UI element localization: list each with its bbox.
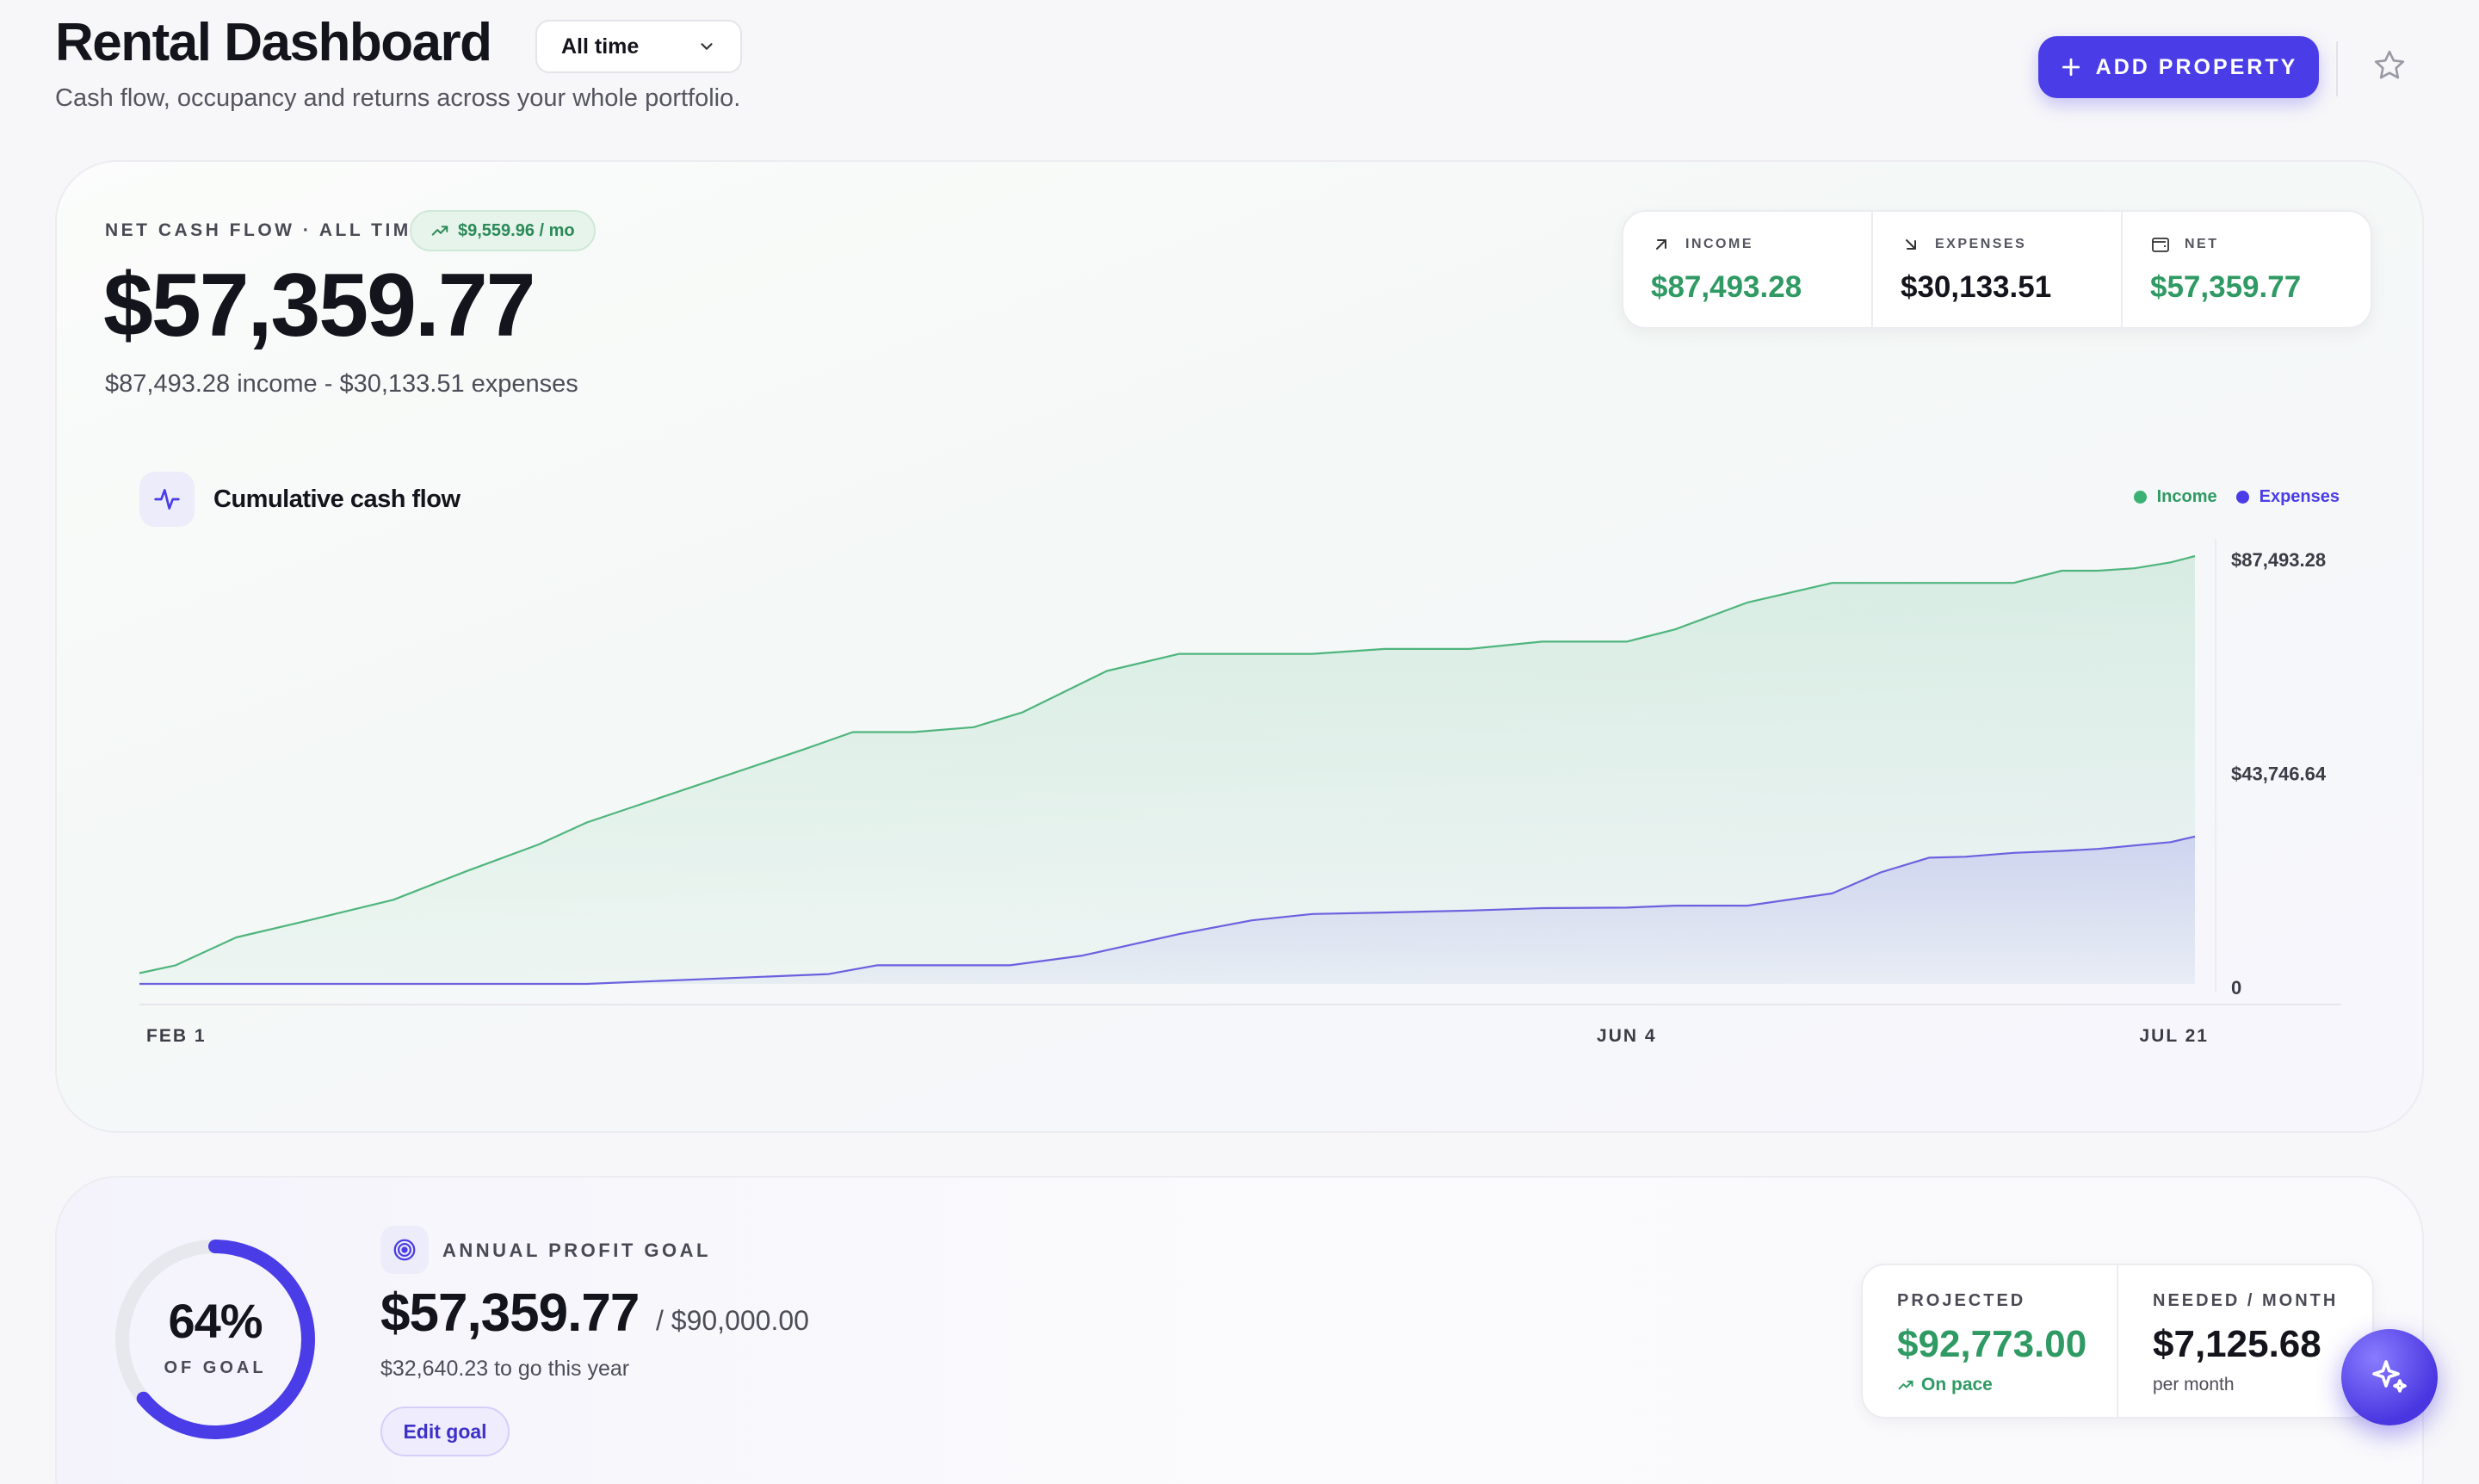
projected-label: PROJECTED: [1897, 1291, 2026, 1310]
cumulative-cash-flow-chart: 0 $43,746.64 $87,493.28 FEB 1 JUN 4 JUL 21: [139, 539, 2341, 1046]
y-tick-label: $43,746.64: [2231, 764, 2327, 785]
goal-target-value: / $90,000.00: [656, 1305, 809, 1336]
projected-value: $92,773.00: [1897, 1323, 2087, 1365]
y-tick-label: 0: [2231, 977, 2241, 999]
goal-percent: 64%: [168, 1294, 263, 1348]
goal-eyebrow: ANNUAL PROFIT GOAL: [442, 1240, 711, 1261]
goal-remaining: $32,640.23 to go this year: [380, 1357, 630, 1381]
x-tick-label: JUN 4: [1597, 1026, 1657, 1046]
needed-label: NEEDED / MONTH: [2153, 1291, 2339, 1310]
goal-percent-caption: OF GOAL: [164, 1358, 267, 1377]
trend-up-icon: [1898, 1380, 1913, 1390]
needed-cell: NEEDED / MONTH $7,125.68 per month: [2117, 1265, 2372, 1417]
sparkles-icon: [2372, 1360, 2407, 1393]
x-tick-label: FEB 1: [146, 1026, 207, 1046]
projected-cell: PROJECTED $92,773.00 On pace: [1863, 1265, 2117, 1417]
x-tick-label: JUL 21: [2140, 1026, 2210, 1046]
projected-status: On pace: [1897, 1375, 2117, 1395]
needed-sub: per month: [2153, 1375, 2235, 1394]
goal-current-value: $57,359.77: [380, 1283, 640, 1343]
ai-assistant-button[interactable]: [2341, 1329, 2438, 1425]
goal-projection-box: PROJECTED $92,773.00 On pace NEEDED / MO…: [1861, 1264, 2374, 1419]
y-tick-label: $87,493.28: [2231, 549, 2326, 571]
edit-goal-button[interactable]: Edit goal: [380, 1407, 510, 1456]
goal-icon-badge: [380, 1226, 429, 1274]
projected-status-label: On pace: [1921, 1375, 1993, 1394]
target-icon: [393, 1239, 416, 1261]
needed-value: $7,125.68: [2153, 1323, 2321, 1365]
